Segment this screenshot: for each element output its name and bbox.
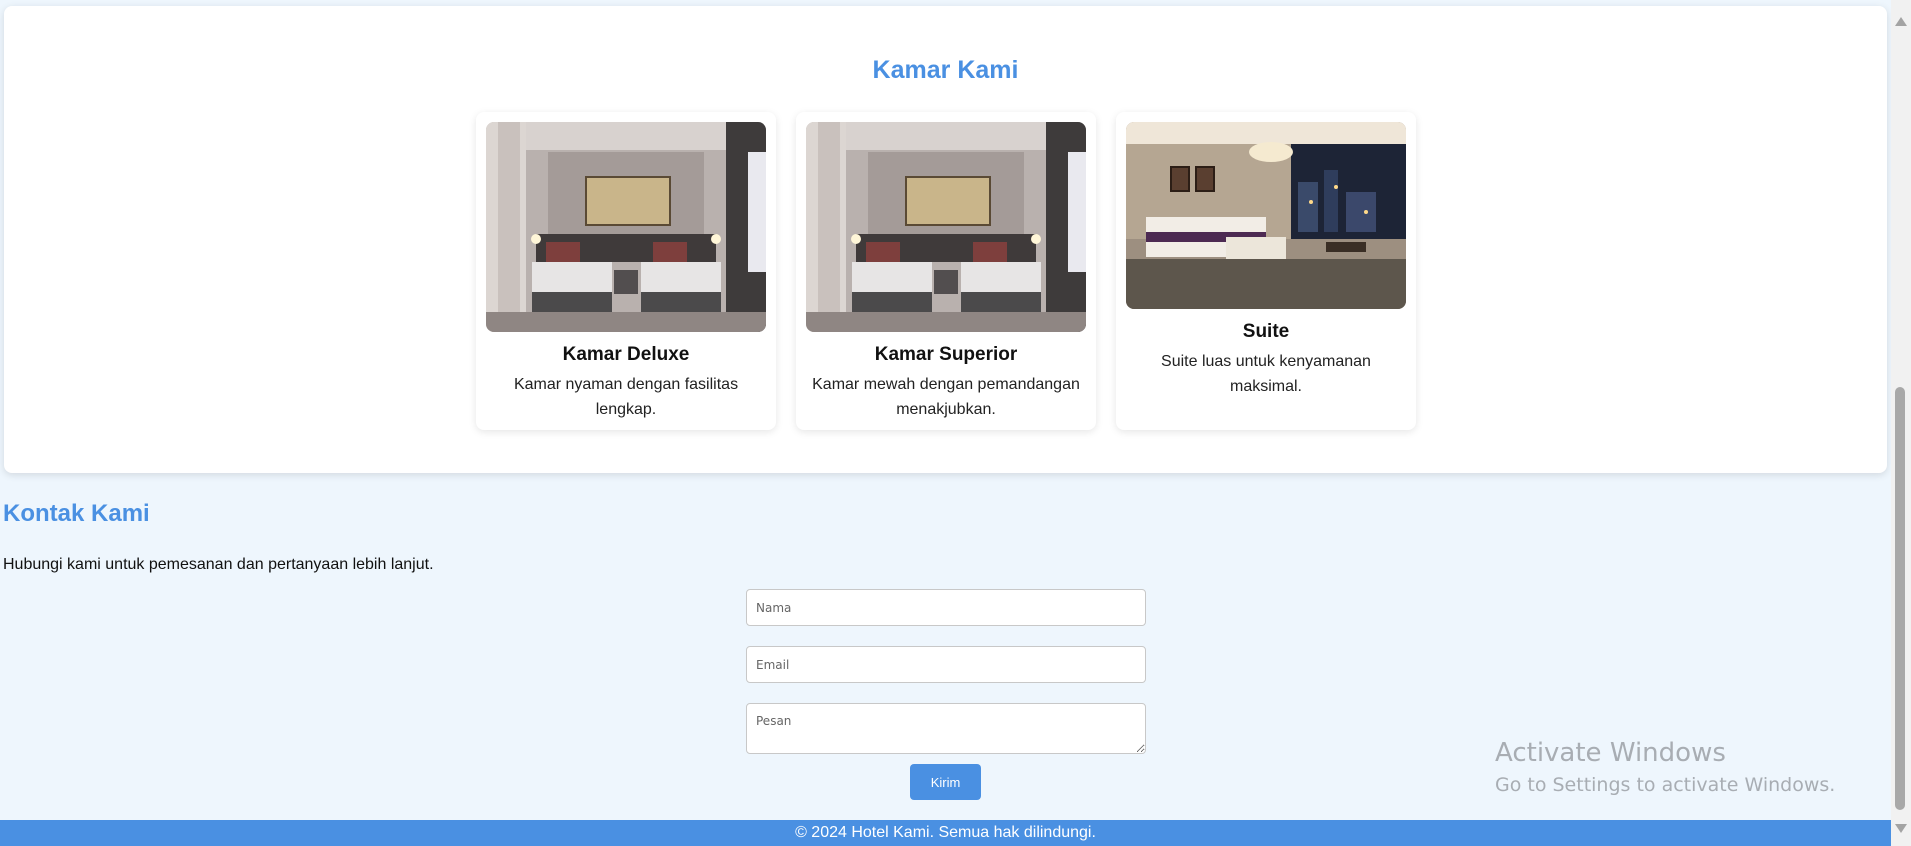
watermark-title: Activate Windows [1495, 738, 1726, 768]
room-description: Kamar nyaman dengan fasilitas lengkap. [513, 376, 739, 418]
room-card-suite: Suite Suite luas untuk kenyamanan maksim… [1116, 112, 1416, 430]
room-image [806, 122, 1086, 332]
room-image [486, 122, 766, 332]
message-textarea[interactable] [746, 703, 1146, 754]
room-name: Kamar Deluxe [562, 344, 690, 365]
page-viewport: Kamar Kami Kamar Deluxe Kamar nyaman den… [0, 0, 1891, 846]
contact-description: Hubungi kami untuk pemesanan dan pertany… [3, 556, 434, 573]
rooms-title: Kamar Kami [872, 56, 1019, 84]
name-input[interactable] [746, 589, 1146, 626]
watermark-subtitle: Go to Settings to activate Windows. [1495, 774, 1836, 796]
windows-activation-watermark: Activate Windows Go to Settings to activ… [1495, 738, 1835, 796]
room-description: Suite luas untuk kenyamanan maksimal. [1161, 353, 1371, 395]
room-name: Suite [1242, 321, 1290, 342]
room-card-deluxe: Kamar Deluxe Kamar nyaman dengan fasilit… [476, 112, 776, 430]
submit-button[interactable]: Kirim [910, 764, 981, 800]
scroll-up-arrow-icon[interactable] [1895, 17, 1907, 26]
scrollbar-thumb[interactable] [1895, 387, 1905, 810]
email-input[interactable] [746, 646, 1146, 683]
scroll-down-arrow-icon[interactable] [1895, 824, 1907, 833]
contact-title: Kontak Kami [3, 500, 150, 527]
footer-text: © 2024 Hotel Kami. Semua hak dilindungi. [795, 824, 1096, 841]
room-description: Kamar mewah dengan pemandangan menakjubk… [812, 376, 1080, 418]
vertical-scrollbar[interactable] [1891, 0, 1911, 846]
rooms-section: Kamar Kami Kamar Deluxe Kamar nyaman den… [4, 6, 1887, 473]
footer: © 2024 Hotel Kami. Semua hak dilindungi. [0, 820, 1891, 846]
room-card-superior: Kamar Superior Kamar mewah dengan pemand… [796, 112, 1096, 430]
room-image [1126, 122, 1406, 309]
room-name: Kamar Superior [874, 344, 1018, 365]
